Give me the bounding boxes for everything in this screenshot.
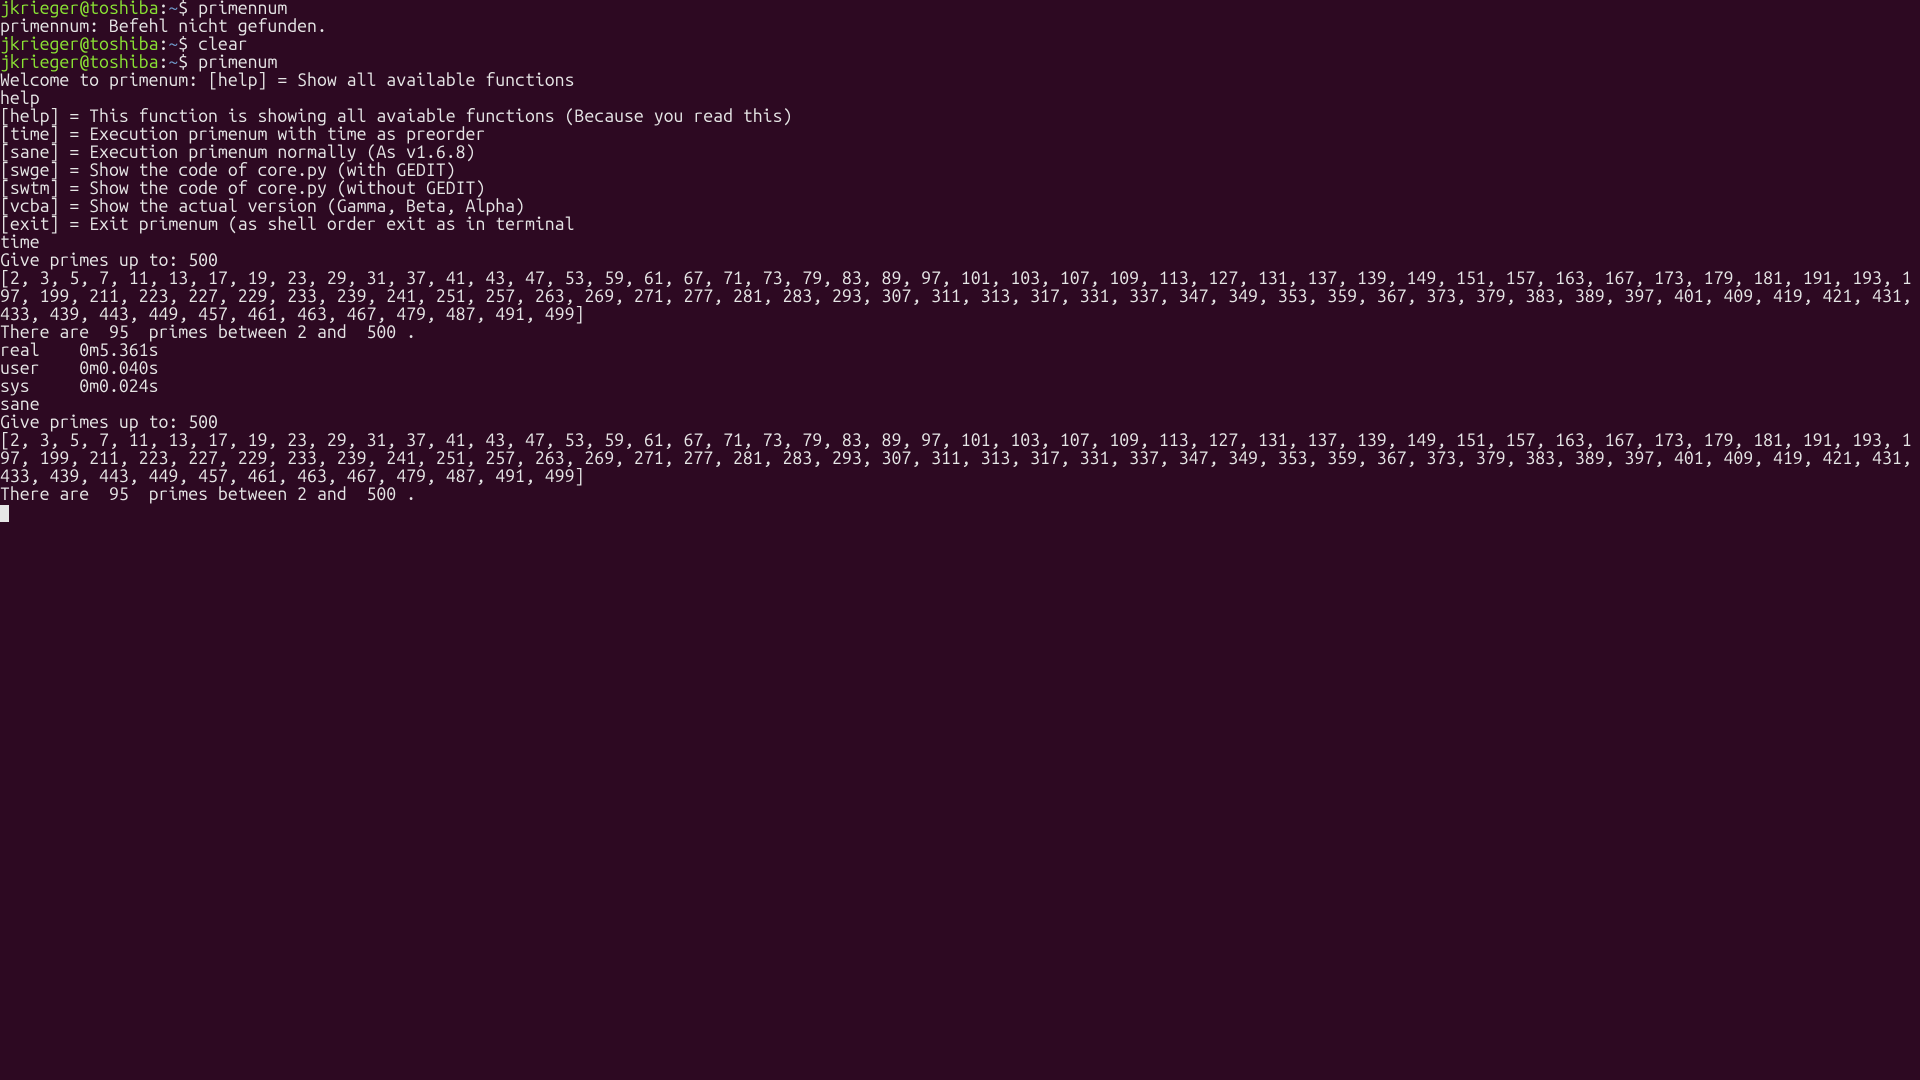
command-text: clear xyxy=(198,35,248,54)
output-line: [2, 3, 5, 7, 11, 13, 17, 19, 23, 29, 31,… xyxy=(0,270,1920,324)
prompt-sigil: $ xyxy=(178,35,198,54)
prompt-path: ~ xyxy=(168,53,178,72)
output-line: sys 0m0.024s xyxy=(0,378,1920,396)
output-line: [help] = This function is showing all av… xyxy=(0,108,1920,126)
output-line: real 0m5.361s xyxy=(0,342,1920,360)
prompt-path: ~ xyxy=(168,0,178,18)
input-line: time xyxy=(0,234,1920,252)
prompt-user-host: jkrieger@toshiba xyxy=(0,53,158,72)
prompt-path: ~ xyxy=(168,35,178,54)
cursor-block-icon xyxy=(0,505,9,522)
output-line: Give primes up to: 500 xyxy=(0,414,1920,432)
prompt-user-host: jkrieger@toshiba xyxy=(0,0,158,18)
prompt-line: jkrieger@toshiba:~$ clear xyxy=(0,36,1920,54)
output-line: Give primes up to: 500 xyxy=(0,252,1920,270)
prompt-user-host: jkrieger@toshiba xyxy=(0,35,158,54)
output-line: user 0m0.040s xyxy=(0,360,1920,378)
output-line: [time] = Execution primenum with time as… xyxy=(0,126,1920,144)
prompt-colon: : xyxy=(158,53,168,72)
command-text: primennum xyxy=(198,0,287,18)
prompt-colon: : xyxy=(158,35,168,54)
output-line: [vcba] = Show the actual version (Gamma,… xyxy=(0,198,1920,216)
terminal-viewport[interactable]: jkrieger@toshiba:~$ primennumprimennum: … xyxy=(0,0,1920,1080)
output-line: primennum: Befehl nicht gefunden. xyxy=(0,18,1920,36)
output-line: [2, 3, 5, 7, 11, 13, 17, 19, 23, 29, 31,… xyxy=(0,432,1920,486)
prompt-line: jkrieger@toshiba:~$ primenum xyxy=(0,54,1920,72)
prompt-sigil: $ xyxy=(178,53,198,72)
prompt-line: jkrieger@toshiba:~$ primennum xyxy=(0,0,1920,18)
output-line: [swge] = Show the code of core.py (with … xyxy=(0,162,1920,180)
input-line: help xyxy=(0,90,1920,108)
prompt-sigil: $ xyxy=(178,0,198,18)
output-line: [swtm] = Show the code of core.py (witho… xyxy=(0,180,1920,198)
input-line: sane xyxy=(0,396,1920,414)
output-line: [exit] = Exit primenum (as shell order e… xyxy=(0,216,1920,234)
cursor-line xyxy=(0,504,1920,522)
output-line: Welcome to primenum: [help] = Show all a… xyxy=(0,72,1920,90)
output-line: [sane] = Execution primenum normally (As… xyxy=(0,144,1920,162)
prompt-colon: : xyxy=(158,0,168,18)
command-text: primenum xyxy=(198,53,277,72)
output-line: There are 95 primes between 2 and 500 . xyxy=(0,324,1920,342)
output-line: There are 95 primes between 2 and 500 . xyxy=(0,486,1920,504)
